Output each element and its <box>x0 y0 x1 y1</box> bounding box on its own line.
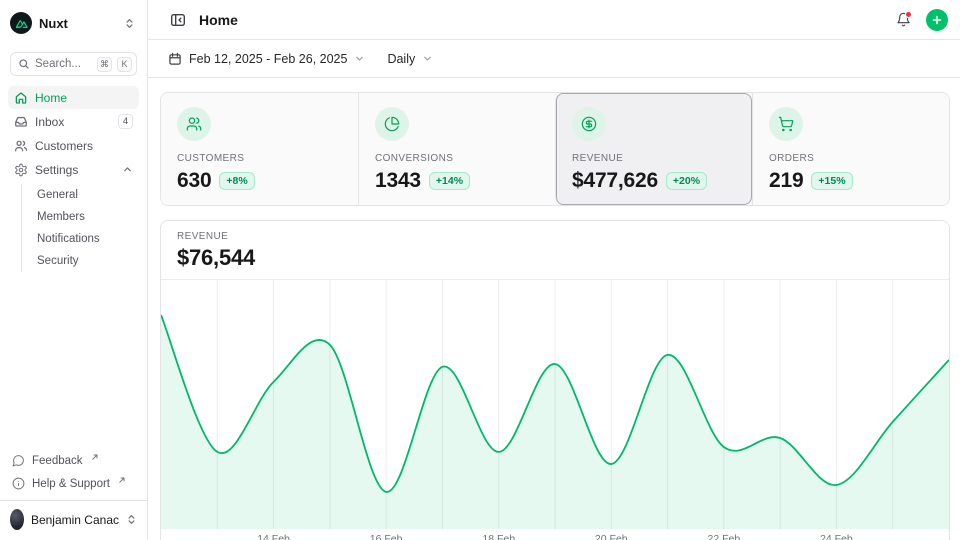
sidebar-item-label: Settings <box>35 163 115 177</box>
x-tick-label: 18 Feb <box>482 533 515 540</box>
nuxt-logo-icon <box>10 12 32 34</box>
stat-value: 219 <box>769 169 803 193</box>
stat-change-badge: +20% <box>666 172 707 190</box>
kbd-cmd: ⌘ <box>97 57 112 72</box>
page-title: Home <box>199 12 882 28</box>
stat-change-badge: +15% <box>811 172 852 190</box>
settings-submenu: General Members Notifications Security <box>21 184 139 272</box>
sidebar-item-general[interactable]: General <box>33 184 139 206</box>
gear-icon <box>14 163 28 177</box>
x-tick-label: 24 Feb <box>820 533 853 540</box>
stats-row: CUSTOMERS 630 +8% CONVERSIONS 1343 +14% <box>160 92 950 206</box>
stat-label: ORDERS <box>769 153 933 164</box>
cart-icon <box>769 107 803 141</box>
inbox-count-badge: 4 <box>118 114 133 129</box>
sidebar-item-security[interactable]: Security <box>33 250 139 272</box>
page-header: Home <box>148 0 960 40</box>
help-support-link[interactable]: Help & Support <box>8 473 139 494</box>
sidebar-item-notifications[interactable]: Notifications <box>33 228 139 250</box>
pie-chart-icon <box>375 107 409 141</box>
revenue-chart-card: REVENUE $76,544 14 Feb 16 Feb 18 Feb 20 Feb… <box>160 220 950 540</box>
search-input[interactable]: Search... ⌘ K <box>10 52 137 76</box>
stat-change-badge: +14% <box>429 172 470 190</box>
stat-change-badge: +8% <box>219 172 254 190</box>
sidebar-item-inbox[interactable]: Inbox 4 <box>8 110 139 133</box>
revenue-chart-svg[interactable] <box>161 280 949 529</box>
app-window: Nuxt Search... ⌘ K Home <box>0 0 960 540</box>
chevrons-up-down-icon <box>124 18 135 29</box>
search-icon <box>18 58 30 70</box>
sidebar-item-settings[interactable]: Settings <box>8 158 139 181</box>
workspace-name: Nuxt <box>39 16 117 31</box>
chevron-down-icon <box>354 53 365 64</box>
stat-card-conversions[interactable]: CONVERSIONS 1343 +14% <box>358 93 555 205</box>
date-range-label: Feb 12, 2025 - Feb 26, 2025 <box>189 52 347 66</box>
sidebar: Nuxt Search... ⌘ K Home <box>0 0 148 540</box>
info-icon <box>12 477 25 490</box>
users-icon <box>177 107 211 141</box>
chart-x-labels: 14 Feb 16 Feb 18 Feb 20 Feb 22 Feb 24 Feb <box>161 529 949 540</box>
sidebar-item-customers[interactable]: Customers <box>8 134 139 157</box>
inbox-icon <box>14 115 28 129</box>
chart-title: REVENUE <box>177 231 933 242</box>
sidebar-footer: Feedback Help & Support <box>8 450 139 500</box>
calendar-icon <box>168 52 182 66</box>
stat-value: 1343 <box>375 169 421 193</box>
x-tick-label: 22 Feb <box>707 533 740 540</box>
user-name: Benjamin Canac <box>31 513 119 527</box>
x-tick-label: 20 Feb <box>595 533 628 540</box>
x-tick-label: 16 Feb <box>370 533 403 540</box>
chart-header: REVENUE $76,544 <box>161 221 949 280</box>
x-tick-label: 14 Feb <box>257 533 290 540</box>
stat-value: 630 <box>177 169 211 193</box>
kbd-k: K <box>117 57 132 72</box>
collapse-sidebar-button[interactable] <box>166 8 190 32</box>
stat-value: $477,626 <box>572 169 658 193</box>
granularity-select[interactable]: Daily <box>385 48 435 70</box>
search-placeholder: Search... <box>35 58 92 70</box>
avatar <box>10 509 24 530</box>
sidebar-item-home[interactable]: Home <box>8 86 139 109</box>
stat-card-orders[interactable]: ORDERS 219 +15% <box>752 93 949 205</box>
sidebar-item-label: Customers <box>35 139 133 153</box>
sidebar-item-label: Home <box>35 91 133 105</box>
main-area: Home Feb 12, 2025 - Feb 26, 2025 Daily <box>148 0 960 540</box>
stat-card-revenue[interactable]: REVENUE $477,626 +20% <box>555 93 752 205</box>
workspace-switcher[interactable]: Nuxt <box>8 10 139 36</box>
help-support-label: Help & Support <box>32 478 110 490</box>
granularity-label: Daily <box>387 52 415 66</box>
chevrons-up-down-icon <box>126 514 137 525</box>
sidebar-item-members[interactable]: Members <box>33 206 139 228</box>
chat-bubble-icon <box>12 454 25 467</box>
notification-dot <box>905 11 912 18</box>
page-content: CUSTOMERS 630 +8% CONVERSIONS 1343 +14% <box>148 78 960 540</box>
stat-card-customers[interactable]: CUSTOMERS 630 +8% <box>161 93 358 205</box>
chevron-down-icon <box>422 53 433 64</box>
sidebar-nav: Home Inbox 4 Customers Settings <box>8 86 139 272</box>
date-range-picker[interactable]: Feb 12, 2025 - Feb 26, 2025 <box>166 48 367 70</box>
home-icon <box>14 91 28 105</box>
sidebar-item-label: Inbox <box>35 115 111 129</box>
feedback-label: Feedback <box>32 455 83 467</box>
stat-label: CONVERSIONS <box>375 153 539 164</box>
dollar-circle-icon <box>572 107 606 141</box>
notifications-button[interactable] <box>891 8 915 32</box>
chart-total: $76,544 <box>177 245 933 271</box>
user-menu[interactable]: Benjamin Canac <box>0 500 147 532</box>
stat-label: CUSTOMERS <box>177 153 342 164</box>
chevron-up-icon <box>122 164 133 175</box>
external-link-icon <box>118 475 126 487</box>
stat-label: REVENUE <box>572 153 736 164</box>
filters-toolbar: Feb 12, 2025 - Feb 26, 2025 Daily <box>148 40 960 78</box>
external-link-icon <box>91 452 99 464</box>
feedback-link[interactable]: Feedback <box>8 450 139 471</box>
users-icon <box>14 139 28 153</box>
add-button[interactable] <box>926 9 948 31</box>
